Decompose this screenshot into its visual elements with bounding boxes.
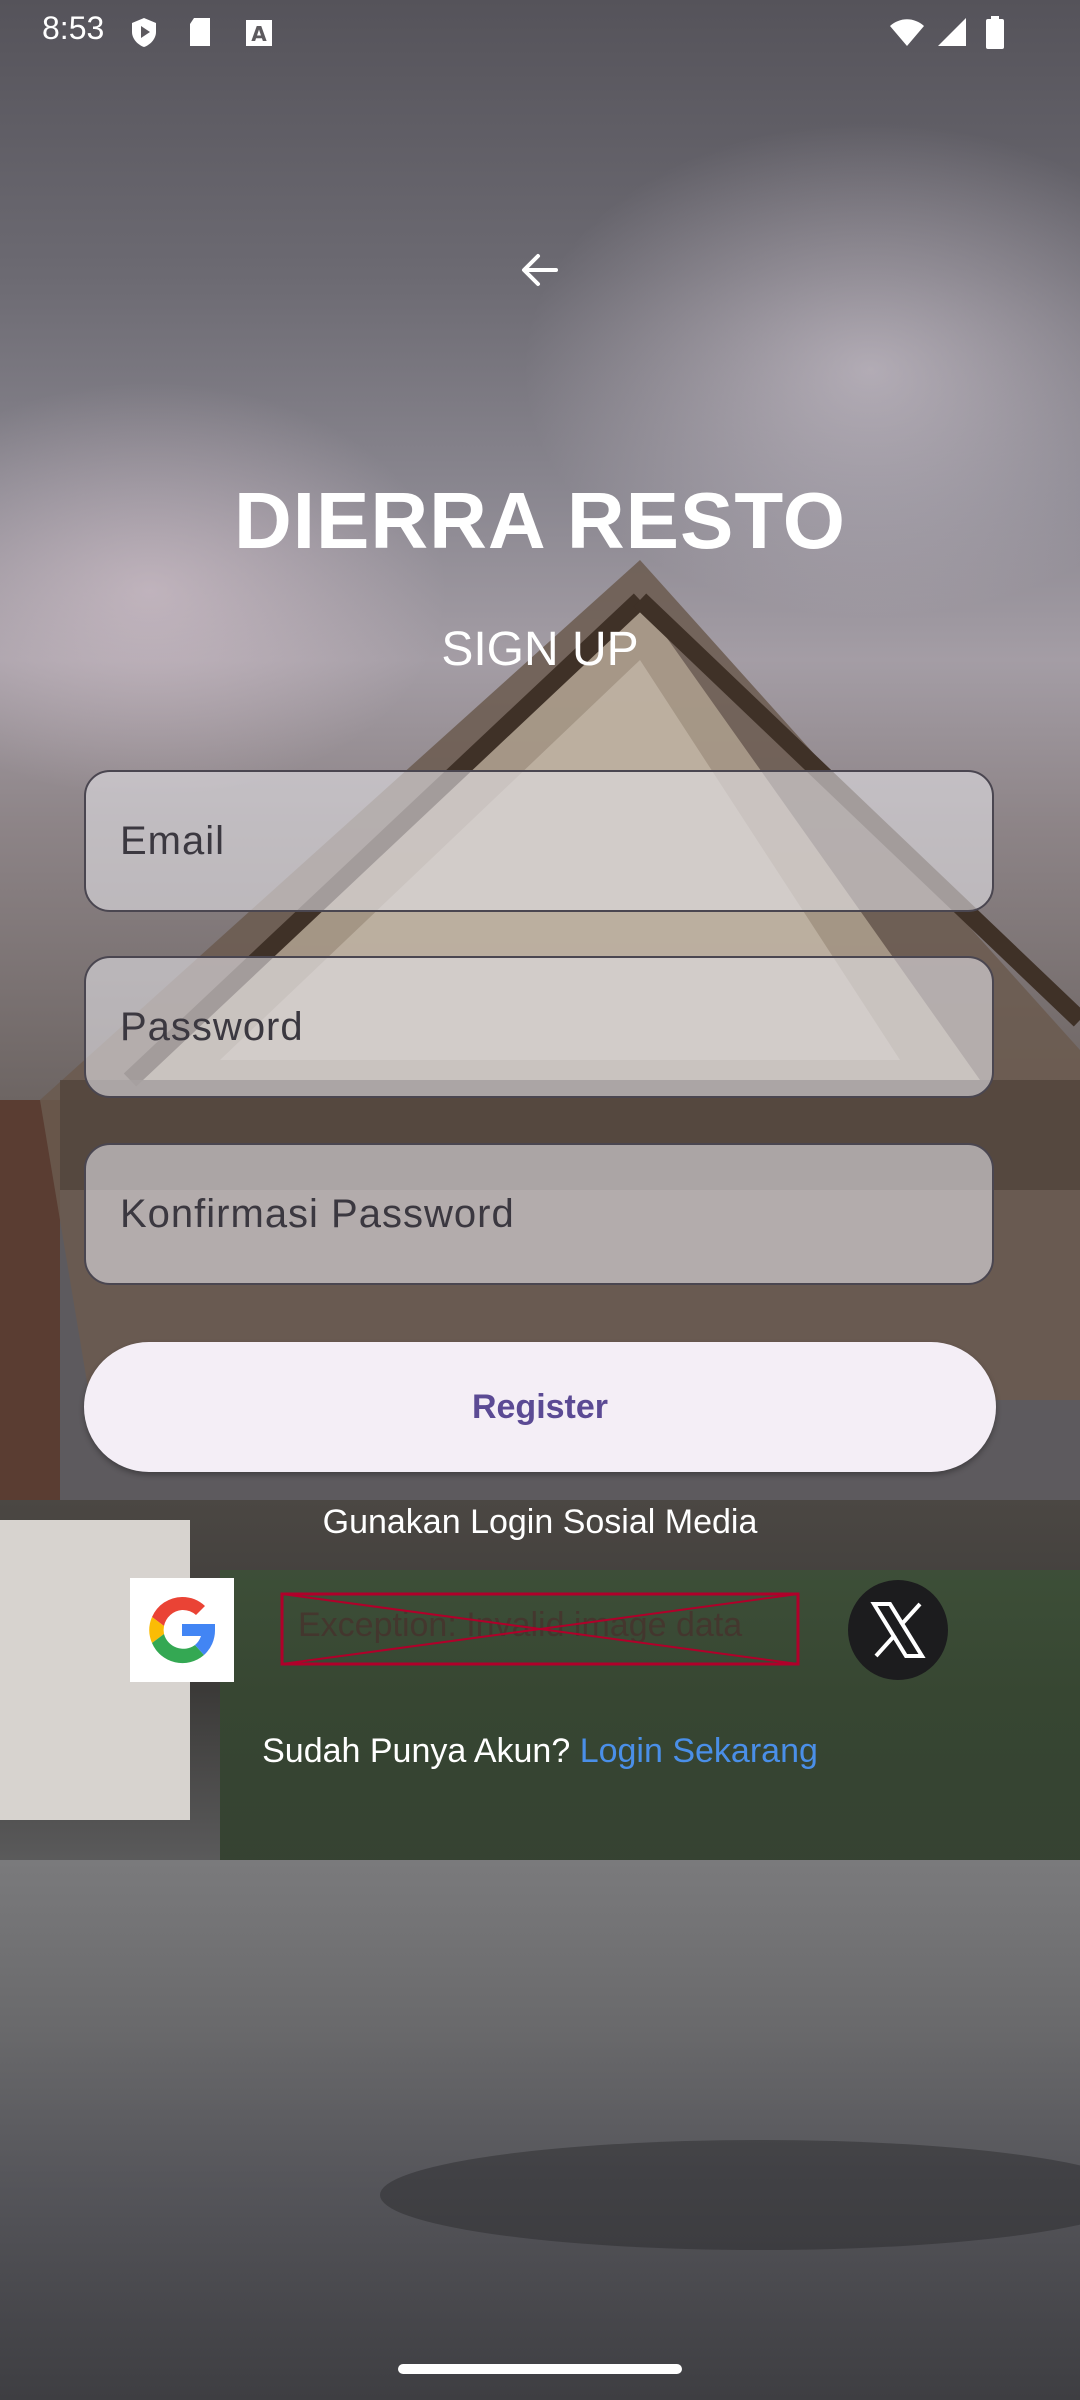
email-field[interactable] — [84, 770, 994, 912]
brand-title: DIERRA RESTO — [233, 476, 847, 565]
confirm-password-input[interactable] — [118, 1190, 992, 1238]
password-input[interactable] — [118, 1003, 992, 1051]
status-bar: 8:53 A — [0, 0, 1080, 62]
login-prompt: Sudah Punya Akun? Login Sekarang — [0, 1732, 1080, 1771]
home-indicator[interactable] — [398, 2364, 682, 2374]
x-login-button[interactable] — [848, 1580, 948, 1680]
page-subtitle: SIGN UP — [441, 623, 639, 676]
google-icon — [149, 1596, 216, 1664]
status-time: 8:53 — [42, 10, 105, 46]
svg-text:A: A — [251, 22, 267, 46]
error-cross-icon — [280, 1592, 800, 1666]
google-login-button[interactable] — [130, 1578, 234, 1682]
password-field[interactable] — [84, 956, 994, 1098]
back-button[interactable] — [510, 240, 570, 300]
sd-card-icon — [190, 18, 210, 46]
confirm-password-field[interactable] — [84, 1143, 994, 1285]
social-login-caption: Gunakan Login Sosial Media — [322, 1503, 758, 1541]
arrow-left-icon — [522, 254, 558, 286]
email-input[interactable] — [118, 817, 992, 865]
wifi-icon — [890, 19, 924, 46]
signal-icon — [938, 18, 966, 46]
battery-icon — [986, 16, 1004, 49]
font-icon: A — [246, 20, 272, 46]
login-prompt-text: Sudah Punya Akun? — [262, 1732, 580, 1770]
x-logo-icon — [870, 1602, 926, 1658]
login-now-link[interactable]: Login Sekarang — [580, 1732, 818, 1770]
broken-image-placeholder: Exception: Invalid image data — [280, 1592, 800, 1666]
register-button[interactable]: Register — [84, 1342, 996, 1472]
shield-icon — [132, 18, 156, 47]
